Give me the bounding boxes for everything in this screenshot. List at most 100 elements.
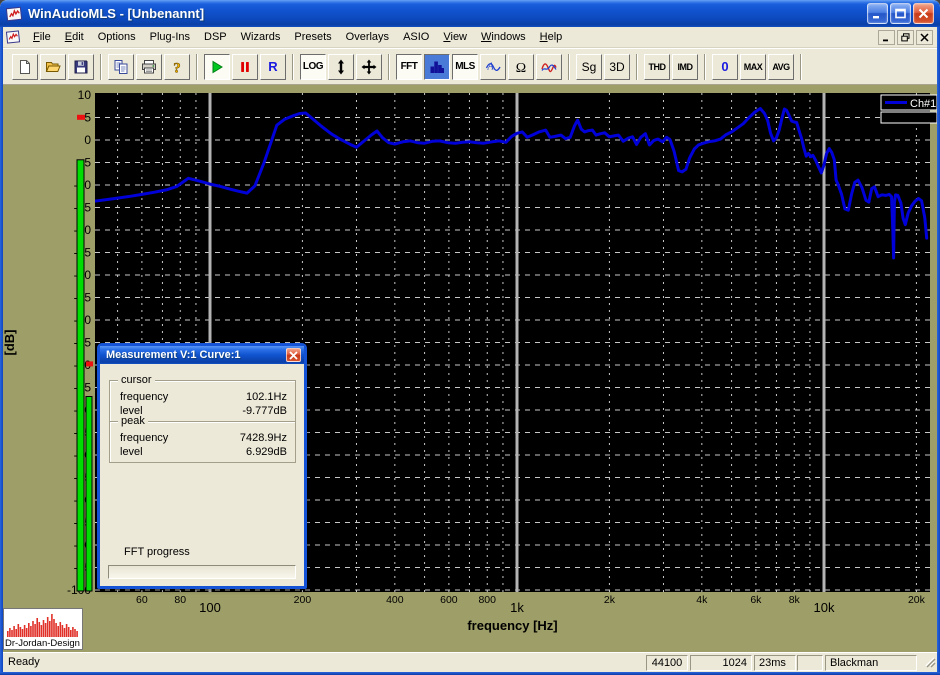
save-floppy-icon bbox=[73, 59, 89, 75]
move-button[interactable] bbox=[356, 54, 382, 80]
menu-item-windows[interactable]: Windows bbox=[474, 28, 533, 46]
menu-items: FileEditOptionsPlug-InsDSPWizardsPresets… bbox=[26, 28, 569, 46]
logo-bar bbox=[45, 623, 47, 637]
impulse-response-button[interactable] bbox=[536, 54, 562, 80]
menu-item-overlays[interactable]: Overlays bbox=[339, 28, 396, 46]
menu-item-edit[interactable]: Edit bbox=[58, 28, 91, 46]
play-button[interactable] bbox=[204, 54, 230, 80]
mdi-restore-button[interactable] bbox=[897, 30, 914, 45]
x-tick-label: 10k bbox=[814, 600, 835, 615]
fft-button[interactable]: FFT bbox=[396, 54, 422, 80]
copy-button[interactable] bbox=[108, 54, 134, 80]
thd-button[interactable]: THD bbox=[644, 54, 670, 80]
x-tick-label: 2k bbox=[604, 594, 616, 606]
printer-icon bbox=[141, 59, 157, 75]
reset-button[interactable]: 0 bbox=[712, 54, 738, 80]
status-panel-4 bbox=[797, 655, 823, 671]
x-tick-label: 1k bbox=[510, 600, 524, 615]
menu-item-options[interactable]: Options bbox=[91, 28, 143, 46]
vertical-zoom-button[interactable] bbox=[328, 54, 354, 80]
x-tick-label: 60 bbox=[136, 594, 148, 606]
logo-bar bbox=[41, 625, 43, 637]
mdi-window-buttons bbox=[878, 30, 937, 45]
print-button[interactable] bbox=[136, 54, 162, 80]
imd-button[interactable]: IMD bbox=[672, 54, 698, 80]
cursor-frequency-label: frequency bbox=[120, 390, 168, 404]
log-scale-button[interactable]: LOG bbox=[300, 54, 326, 80]
save-button[interactable] bbox=[68, 54, 94, 80]
menu-item-plug-ins[interactable]: Plug-Ins bbox=[143, 28, 197, 46]
three-d-button[interactable]: 3D bbox=[604, 54, 630, 80]
dialog-title-bar[interactable]: Measurement V:1 Curve:1 bbox=[100, 346, 304, 364]
average-button[interactable]: AVG bbox=[768, 54, 794, 80]
logo-bar bbox=[28, 623, 30, 637]
menu-item-wizards[interactable]: Wizards bbox=[234, 28, 288, 46]
menu-item-presets[interactable]: Presets bbox=[287, 28, 338, 46]
fft-label: FFT bbox=[401, 61, 418, 72]
cursor-group-label: cursor bbox=[118, 374, 155, 386]
status-panel-3: 23ms bbox=[754, 655, 796, 671]
play-icon bbox=[209, 59, 225, 75]
client-area: 1050-5-10-15-20-25-30-35-40-45-50-55-60-… bbox=[3, 85, 937, 652]
legend-label: Ch#1 bbox=[910, 98, 936, 110]
signal-generator-button[interactable]: Sg bbox=[576, 54, 602, 80]
x-axis-title: frequency [Hz] bbox=[467, 618, 557, 633]
level-meter-peak-2 bbox=[86, 361, 93, 366]
logo-bar bbox=[26, 628, 28, 637]
peak-level-label: level bbox=[120, 445, 143, 459]
impedance-button[interactable]: Ω bbox=[508, 54, 534, 80]
x-tick-label: 4k bbox=[696, 594, 708, 606]
logo-bar bbox=[39, 622, 41, 637]
peak-frequency-value: 7428.9Hz bbox=[240, 431, 287, 445]
svg-text:?: ? bbox=[173, 60, 181, 75]
logo-bar bbox=[9, 628, 11, 637]
logo-bar bbox=[51, 614, 53, 637]
level-meter-peak-1 bbox=[77, 115, 85, 120]
record-label: R bbox=[268, 59, 277, 74]
maximize-button[interactable] bbox=[890, 3, 911, 24]
menu-item-help[interactable]: Help bbox=[533, 28, 570, 46]
document-icon[interactable] bbox=[6, 30, 22, 44]
logo-bar bbox=[22, 629, 24, 637]
peak-group-label: peak bbox=[118, 415, 148, 427]
open-button[interactable] bbox=[40, 54, 66, 80]
logo-bar bbox=[49, 621, 51, 637]
mdi-minimize-button[interactable] bbox=[878, 30, 895, 45]
logo-bar bbox=[57, 626, 59, 637]
peak-frequency-label: frequency bbox=[120, 431, 168, 445]
logo-bar bbox=[55, 623, 57, 637]
logo-text: Dr-Jordan-Design bbox=[5, 638, 80, 649]
record-button[interactable]: R bbox=[260, 54, 286, 80]
x-tick-label: 100 bbox=[199, 600, 221, 615]
close-button[interactable] bbox=[913, 3, 934, 24]
sine-a-icon: A bbox=[485, 59, 501, 75]
logo-bar bbox=[72, 627, 74, 637]
spectrum-button[interactable] bbox=[424, 54, 450, 80]
y-tick-label: 10 bbox=[78, 88, 92, 102]
help-button[interactable]: ? bbox=[164, 54, 190, 80]
mls-button[interactable]: MLS bbox=[452, 54, 478, 80]
cursor-frequency-value: 102.1Hz bbox=[246, 390, 287, 404]
peak-frequency-row: frequency 7428.9Hz bbox=[120, 431, 287, 445]
new-button[interactable] bbox=[12, 54, 38, 80]
pause-icon bbox=[237, 59, 253, 75]
level-meter-bar-1 bbox=[77, 160, 84, 591]
logo-bar bbox=[47, 617, 49, 637]
resize-grip[interactable] bbox=[923, 655, 936, 671]
max-hold-button[interactable]: MAX bbox=[740, 54, 766, 80]
window-title: WinAudioMLS - [Unbenannt] bbox=[28, 6, 204, 21]
toolbar-separator bbox=[388, 54, 390, 80]
pause-button[interactable] bbox=[232, 54, 258, 80]
mdi-close-button[interactable] bbox=[916, 30, 933, 45]
menu-item-dsp[interactable]: DSP bbox=[197, 28, 234, 46]
open-folder-icon bbox=[45, 59, 61, 75]
dialog-close-button[interactable] bbox=[286, 348, 301, 362]
transfer-function-button[interactable]: A bbox=[480, 54, 506, 80]
three-d-label: 3D bbox=[609, 60, 624, 74]
menu-item-view[interactable]: View bbox=[436, 28, 474, 46]
minimize-button[interactable] bbox=[867, 3, 888, 24]
menu-item-asio[interactable]: ASIO bbox=[396, 28, 436, 46]
fft-progress-label: FFT progress bbox=[124, 546, 190, 558]
squiggle-icon bbox=[541, 59, 557, 75]
menu-item-file[interactable]: File bbox=[26, 28, 58, 46]
